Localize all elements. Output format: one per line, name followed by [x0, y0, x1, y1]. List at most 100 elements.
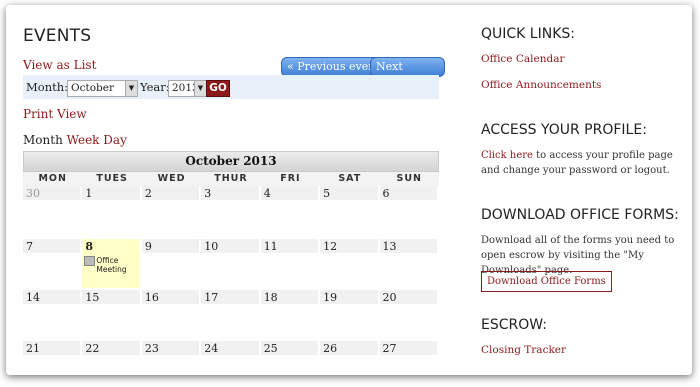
- day-number: 18: [260, 290, 319, 304]
- calendar-day[interactable]: 17: [201, 290, 261, 341]
- calendar-day[interactable]: 1: [82, 186, 142, 239]
- dow-label: TUES: [96, 173, 128, 184]
- view-as-list-link[interactable]: View as List: [23, 58, 96, 72]
- download-office-forms-button[interactable]: Download Office Forms: [481, 271, 612, 292]
- dow-label: THUR: [214, 173, 248, 184]
- day-number: 25: [260, 341, 319, 355]
- calendar-day[interactable]: 19: [320, 290, 380, 341]
- year-label: Year:: [140, 80, 170, 94]
- calendar-day[interactable]: 2: [141, 186, 202, 239]
- dow-label: WED: [157, 173, 186, 184]
- calendar-day-today[interactable]: 8 Office Meeting: [82, 239, 142, 290]
- day-number: 3: [201, 186, 259, 200]
- forms-heading: DOWNLOAD OFFICE FORMS:: [481, 207, 679, 223]
- year-select[interactable]: 2013 ▼: [168, 80, 207, 97]
- calendar-week: 14 15 16 17 18 19 20: [23, 290, 439, 341]
- day-number: 11: [260, 239, 319, 253]
- chevron-down-icon: ▼: [125, 81, 137, 96]
- view-day-link[interactable]: Day: [103, 133, 127, 147]
- events-title: EVENTS: [23, 26, 92, 46]
- calendar-day[interactable]: 16: [141, 290, 202, 341]
- month-label: Month:: [26, 80, 69, 94]
- day-number: 7: [23, 239, 81, 253]
- office-announcements-link[interactable]: Office Announcements: [481, 79, 601, 91]
- dow-label: SAT: [338, 173, 362, 184]
- month-select[interactable]: October ▼: [67, 80, 138, 97]
- calendar-day[interactable]: 3: [201, 186, 261, 239]
- quick-links-section: QUICK LINKS:: [481, 26, 575, 42]
- calendar-day[interactable]: 27: [379, 341, 439, 361]
- calendar-day[interactable]: 11: [260, 239, 321, 290]
- calendar-day[interactable]: 12: [320, 239, 380, 290]
- day-number: 15: [82, 290, 140, 304]
- calendar-day[interactable]: 10: [201, 239, 261, 290]
- day-number: 16: [141, 290, 200, 304]
- day-number: 2: [141, 186, 200, 200]
- calendar-day[interactable]: 26: [320, 341, 380, 361]
- escrow-heading: ESCROW:: [481, 317, 547, 333]
- page-frame: EVENTS View as List « Previous events Ne…: [6, 5, 692, 375]
- quick-links-heading: QUICK LINKS:: [481, 26, 575, 42]
- calendar-day[interactable]: 25: [260, 341, 321, 361]
- chevron-down-icon: ▼: [194, 81, 206, 96]
- day-number: 20: [379, 290, 437, 304]
- calendar-day[interactable]: 18: [260, 290, 321, 341]
- forms-section: DOWNLOAD OFFICE FORMS:: [481, 207, 679, 223]
- day-number: 4: [260, 186, 319, 200]
- profile-text-block: Click here to access your profile page a…: [481, 148, 686, 178]
- go-button[interactable]: GO: [206, 80, 230, 97]
- day-number: 26: [320, 341, 378, 355]
- calendar-day[interactable]: 21: [23, 341, 83, 361]
- calendar: October 2013 MON TUES WED THUR FRI SAT S…: [23, 151, 439, 361]
- calendar-day[interactable]: 6: [379, 186, 439, 239]
- forms-button-wrap: Download Office Forms: [481, 269, 612, 292]
- day-number: 9: [141, 239, 200, 253]
- print-view-link[interactable]: Print View: [23, 107, 87, 121]
- calendar-day[interactable]: 23: [141, 341, 202, 361]
- calendar-day[interactable]: 14: [23, 290, 83, 341]
- day-number: 22: [82, 341, 140, 355]
- day-number: 17: [201, 290, 259, 304]
- office-calendar-link[interactable]: Office Calendar: [481, 53, 565, 65]
- calendar-week: 30 1 2 3 4 5 6: [23, 186, 439, 239]
- view-week-link[interactable]: Week: [67, 133, 100, 147]
- day-number: 19: [320, 290, 378, 304]
- calendar-day[interactable]: 4: [260, 186, 321, 239]
- day-number: 6: [379, 186, 437, 200]
- calendar-day[interactable]: 20: [379, 290, 439, 341]
- calendar-day[interactable]: 22: [82, 341, 142, 361]
- event-title: Office Meeting: [96, 256, 127, 274]
- day-number: 27: [379, 341, 437, 355]
- dow-label: FRI: [280, 173, 301, 184]
- escrow-section: ESCROW:: [481, 317, 547, 333]
- day-number: 14: [23, 290, 81, 304]
- calendar-event[interactable]: Office Meeting: [84, 256, 128, 274]
- day-number: 23: [141, 341, 200, 355]
- month-select-value: October: [71, 82, 114, 94]
- day-number: 8: [82, 239, 140, 253]
- day-number: 5: [320, 186, 378, 200]
- calendar-day[interactable]: 15: [82, 290, 142, 341]
- dow-label: SUN: [396, 173, 422, 184]
- profile-heading: ACCESS YOUR PROFILE:: [481, 122, 647, 138]
- calendar-week: 21 22 23 24 25 26 27: [23, 341, 439, 361]
- calendar-day[interactable]: 30: [23, 186, 83, 239]
- closing-tracker-link[interactable]: Closing Tracker: [481, 344, 566, 356]
- days-of-week-header: MON TUES WED THUR FRI SAT SUN: [23, 172, 439, 186]
- next-events-button[interactable]: Next events »: [370, 57, 445, 91]
- day-number: 13: [379, 239, 437, 253]
- calendar-day[interactable]: 7: [23, 239, 83, 290]
- calendar-day[interactable]: 9: [141, 239, 202, 290]
- calendar-day[interactable]: 24: [201, 341, 261, 361]
- day-number: 30: [23, 186, 81, 200]
- day-number: 24: [201, 341, 259, 355]
- profile-section: ACCESS YOUR PROFILE:: [481, 122, 647, 138]
- day-number: 1: [82, 186, 140, 200]
- view-mode-selector: Month Week Day: [23, 133, 127, 147]
- calendar-day[interactable]: 13: [379, 239, 439, 290]
- view-month-current: Month: [23, 133, 63, 147]
- day-number: 10: [201, 239, 259, 253]
- event-icon: [84, 256, 96, 266]
- calendar-day[interactable]: 5: [320, 186, 380, 239]
- profile-click-here-link[interactable]: Click here: [481, 150, 533, 161]
